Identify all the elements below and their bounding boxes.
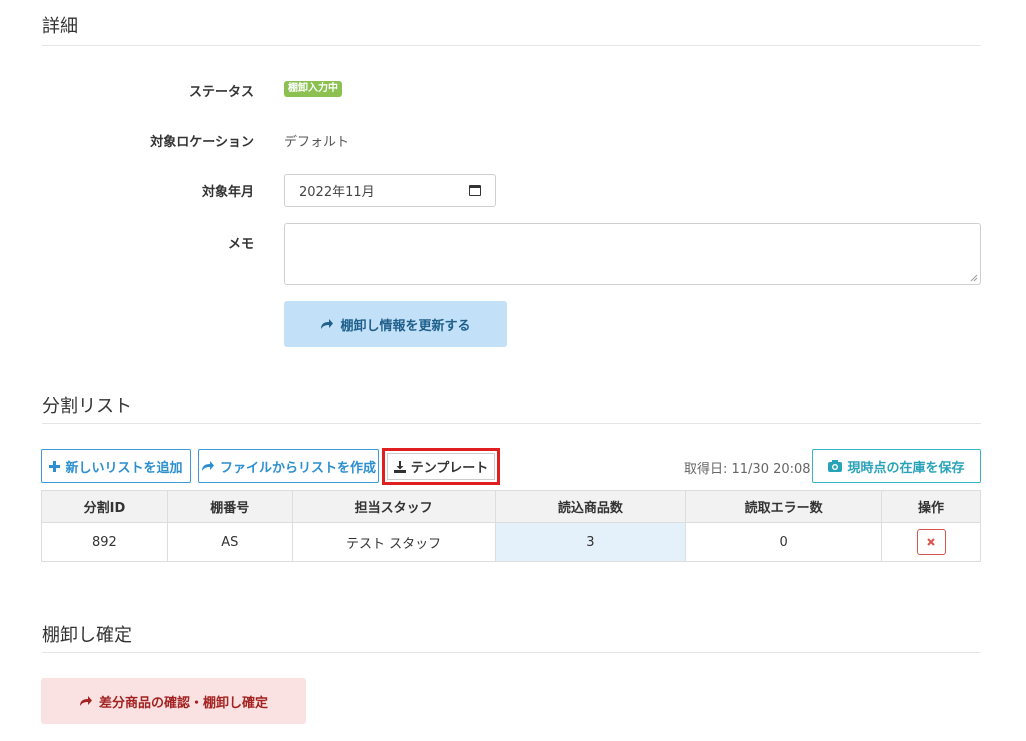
table-row: 892 AS テスト スタッフ 3 0 (41, 522, 981, 562)
resize-handle-icon[interactable] (970, 274, 978, 282)
error-count-cell: 0 (685, 522, 883, 562)
update-inventory-button[interactable]: 棚卸し情報を更新する (284, 301, 507, 347)
add-list-label: 新しいリストを追加 (65, 460, 183, 476)
location-label: 対象ロケーション (150, 135, 254, 150)
update-button-label: 棚卸し情報を更新する (340, 318, 471, 334)
col-shelf-number: 棚番号 (166, 490, 293, 523)
save-current-stock-button[interactable]: 現時点の在庫を保存 (812, 449, 981, 483)
divider (42, 652, 981, 653)
location-value: デフォルト (284, 135, 350, 150)
col-staff: 担当スタッフ (291, 490, 496, 523)
share-arrow-icon (201, 461, 214, 471)
col-read-count: 読込商品数 (494, 490, 687, 523)
confirm-inventory-button[interactable]: 差分商品の確認・棚卸し確定 (41, 678, 306, 724)
split-id-link[interactable]: 892 (41, 522, 168, 562)
col-split-id: 分割ID (41, 490, 168, 523)
details-section-title: 詳細 (42, 16, 78, 37)
plus-icon (49, 460, 61, 472)
template-button[interactable]: テンプレート (387, 453, 495, 480)
confirm-section-title: 棚卸し確定 (42, 625, 132, 646)
divider (42, 423, 981, 424)
split-list-table: 分割ID 棚番号 担当スタッフ 読込商品数 読取エラー数 操作 892 AS テ… (41, 490, 981, 562)
share-arrow-icon (321, 319, 334, 329)
create-from-file-label: ファイルからリストを作成 (219, 460, 376, 476)
status-badge: 棚卸入力中 (284, 81, 342, 97)
camera-icon (828, 460, 843, 472)
month-label: 対象年月 (201, 185, 254, 200)
status-label: ステータス (188, 85, 254, 100)
close-icon (927, 538, 935, 546)
col-actions: 操作 (881, 490, 981, 523)
fetch-date: 取得日: 11/30 20:08 (684, 462, 811, 477)
download-icon (393, 460, 406, 473)
template-highlight-frame: テンプレート (382, 448, 500, 485)
month-value: 2022年11月 (299, 185, 375, 200)
add-list-button[interactable]: 新しいリストを追加 (41, 449, 191, 483)
calendar-icon[interactable] (469, 185, 481, 196)
staff-cell: テスト スタッフ (291, 522, 496, 562)
read-count-cell: 3 (494, 522, 687, 562)
divider (42, 45, 981, 46)
split-list-section-title: 分割リスト (42, 396, 132, 417)
memo-textarea[interactable] (284, 223, 981, 285)
create-from-file-button[interactable]: ファイルからリストを作成 (198, 449, 379, 483)
delete-button[interactable] (916, 529, 946, 555)
confirm-button-label: 差分商品の確認・棚卸し確定 (98, 695, 268, 711)
memo-label: メモ (227, 237, 254, 252)
save-stock-label: 現時点の在庫を保存 (847, 460, 965, 476)
col-error-count: 読取エラー数 (685, 490, 883, 523)
month-date-input[interactable]: 2022年11月 (284, 174, 496, 207)
share-arrow-icon (79, 696, 92, 706)
template-button-label: テンプレート (410, 461, 489, 476)
shelf-number-cell: AS (166, 522, 293, 562)
table-header-row: 分割ID 棚番号 担当スタッフ 読込商品数 読取エラー数 操作 (41, 490, 981, 523)
actions-cell (881, 522, 981, 562)
